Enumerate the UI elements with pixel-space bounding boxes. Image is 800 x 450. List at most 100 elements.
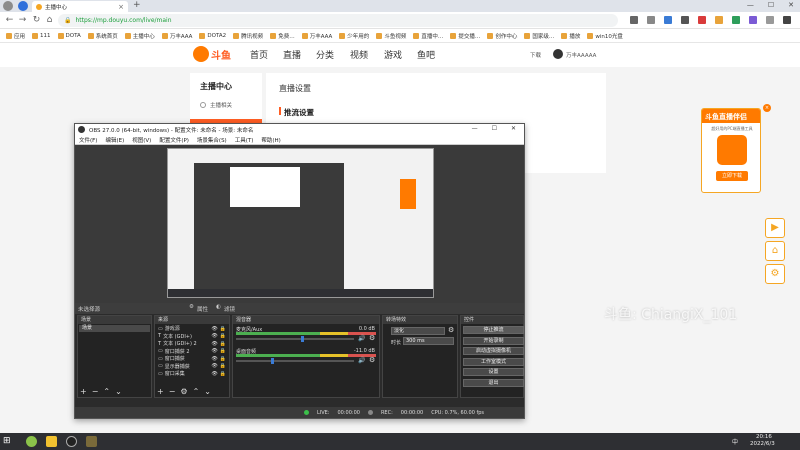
taskbar-app-1-icon[interactable] [26, 436, 37, 447]
taskbar-app-4-icon[interactable] [86, 436, 97, 447]
taskbar-app-2-icon[interactable] [46, 436, 57, 447]
move-down-icon[interactable]: ⌄ [115, 387, 122, 396]
taskbar-obs-icon[interactable] [66, 436, 77, 447]
lock-icon[interactable]: 🔒 [220, 348, 226, 354]
promo-close-icon[interactable]: × [763, 104, 771, 112]
back-icon[interactable]: ← [4, 15, 15, 26]
properties-button[interactable]: 属性 [197, 305, 208, 313]
bookmark-item[interactable]: 创作中心 [487, 32, 517, 40]
transition-select[interactable]: 淡化 [391, 327, 445, 335]
channel-settings-icon[interactable]: ⚙ [369, 356, 375, 364]
remove-source-icon[interactable]: − [169, 387, 176, 396]
speaker-icon[interactable]: 🔊 [358, 357, 365, 364]
extension-9-icon[interactable] [766, 16, 774, 24]
properties-icon[interactable]: ⚙ [189, 304, 194, 310]
add-scene-icon[interactable]: + [80, 387, 87, 396]
filters-button[interactable]: 滤镜 [224, 305, 235, 313]
download-link[interactable]: 下载 [530, 51, 541, 59]
bookmark-item[interactable]: 111 [32, 32, 51, 39]
lock-icon[interactable]: 🔒 [220, 371, 226, 377]
bookmark-item[interactable]: 主播中心 [124, 32, 155, 40]
bookmark-item[interactable]: 应用 [6, 32, 25, 40]
source-row[interactable]: ▭ 窗口采集 👁 🔒 [155, 370, 229, 378]
obs-menu-item[interactable]: 工具(T) [235, 136, 254, 144]
start-button[interactable]: ⊞ [3, 435, 15, 447]
tab-close-icon[interactable]: × [118, 3, 124, 11]
nav-game[interactable]: 游戏 [384, 48, 402, 61]
add-source-icon[interactable]: + [157, 387, 164, 396]
lock-icon[interactable]: 🔒 [220, 326, 226, 332]
move-down-icon[interactable]: ⌄ [204, 387, 211, 396]
obs-menu-item[interactable]: 文件(F) [79, 136, 97, 144]
transition-settings-icon[interactable]: ⚙ [448, 326, 454, 334]
bookmark-item[interactable]: 少年用的 [339, 32, 369, 40]
obs-menu-item[interactable]: 场景集合(S) [197, 136, 227, 144]
bookmark-item[interactable]: DOTA [57, 32, 81, 39]
extension-10-icon[interactable] [783, 16, 791, 24]
extension-3-icon[interactable] [664, 16, 672, 24]
promo-widget[interactable]: 斗鱼直播伴侣 超好用的PC端直播工具 立即下载 [701, 108, 761, 193]
obs-menu-item[interactable]: 帮助(H) [261, 136, 280, 144]
obs-preview[interactable] [75, 145, 524, 303]
bookmark-item[interactable]: DOTA2 [199, 32, 226, 39]
nav-video[interactable]: 视频 [350, 48, 368, 61]
extension-2-icon[interactable] [647, 16, 655, 24]
close-window-icon[interactable]: ✕ [788, 1, 794, 9]
source-row[interactable]: ▭ 游戏源 👁 🔒 [155, 325, 229, 333]
nav-home[interactable]: 首页 [250, 48, 268, 61]
control-button[interactable]: 设置 [463, 368, 524, 376]
control-button[interactable]: 开始录制 [463, 336, 524, 345]
sidebar-item-anchor[interactable]: 主播相关 [200, 101, 232, 109]
side-play-button[interactable]: ▶ [765, 218, 785, 238]
control-button[interactable]: 启动虚拟摄像机 [463, 347, 524, 355]
scene-item[interactable]: 场景 [79, 325, 150, 332]
lock-icon[interactable]: 🔒 [220, 363, 226, 369]
obs-menu-item[interactable]: 视图(V) [132, 136, 151, 144]
remove-scene-icon[interactable]: − [92, 387, 99, 396]
volume-knob[interactable] [300, 336, 304, 342]
obs-menu-item[interactable]: 配置文件(P) [159, 136, 189, 144]
bookmark-item[interactable]: 系统首页 [87, 32, 118, 40]
visibility-icon[interactable]: 👁 [211, 348, 217, 354]
visibility-icon[interactable]: 👁 [211, 356, 217, 362]
obs-close-icon[interactable]: ✕ [511, 125, 516, 132]
extension-1-icon[interactable] [630, 16, 638, 24]
source-row[interactable]: ▭ 窗口捕获 👁 🔒 [155, 355, 229, 363]
bookmark-item[interactable]: 提交播… [450, 32, 480, 40]
bookmark-item[interactable]: 万丰AAA [301, 32, 332, 40]
control-button[interactable]: 工作室模式 [463, 357, 524, 366]
bookmark-item[interactable]: 直播中… [413, 32, 443, 40]
new-tab-button[interactable]: + [133, 0, 141, 10]
reload-icon[interactable]: ↻ [31, 15, 42, 26]
maximize-icon[interactable]: ☐ [768, 1, 774, 9]
side-home-button[interactable]: ⌂ [765, 241, 785, 261]
source-row[interactable]: ▭ 显示器捕获 👁 🔒 [155, 363, 229, 370]
visibility-icon[interactable]: 👁 [211, 341, 217, 347]
bookmark-item[interactable]: 国家级… [524, 32, 554, 40]
source-row[interactable]: T 文本 (GDI+) 👁 🔒 [155, 333, 229, 340]
visibility-icon[interactable]: 👁 [211, 326, 217, 332]
move-up-icon[interactable]: ⌃ [193, 387, 200, 396]
bookmark-item[interactable]: 万丰AAA [161, 32, 192, 40]
minimize-icon[interactable]: — [747, 1, 754, 9]
volume-slider[interactable] [236, 338, 354, 340]
source-settings-icon[interactable]: ⚙ [180, 387, 187, 396]
lock-icon[interactable]: 🔒 [220, 341, 226, 347]
filters-icon[interactable]: ◐ [216, 304, 221, 310]
nav-fishbar[interactable]: 鱼吧 [417, 48, 435, 61]
source-row[interactable]: T 文本 (GDI+) 2 👁 🔒 [155, 340, 229, 348]
move-up-icon[interactable]: ⌃ [103, 387, 110, 396]
volume-knob[interactable] [271, 358, 275, 364]
channel-settings-icon[interactable]: ⚙ [369, 334, 375, 342]
lock-icon[interactable]: 🔒 [220, 356, 226, 362]
bookmark-item[interactable]: 腾讯视频 [233, 32, 263, 40]
extension-7-icon[interactable] [732, 16, 740, 24]
home-icon[interactable]: ⌂ [44, 15, 55, 26]
bookmark-item[interactable]: 播放 [561, 32, 580, 40]
avatar[interactable] [553, 49, 563, 59]
browser-avatar-icon[interactable] [3, 1, 13, 11]
douyu-logo[interactable]: 斗鱼 [193, 46, 231, 62]
promo-download-button[interactable]: 立即下载 [716, 171, 748, 181]
bookmark-item[interactable]: win10光盘 [587, 32, 623, 40]
browser-menu-icon[interactable] [18, 1, 28, 11]
